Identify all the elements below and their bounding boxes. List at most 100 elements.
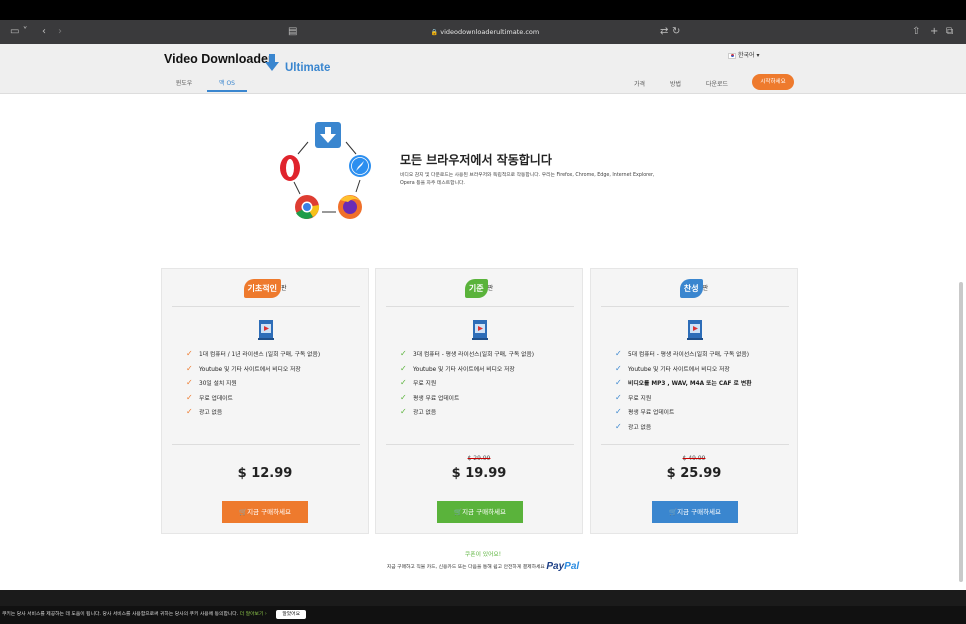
price: $ 19.99	[451, 466, 507, 481]
check-icon: ✓	[615, 421, 622, 431]
language-selector[interactable]: 한국어 ▾	[728, 50, 759, 59]
paypal-pal: Pal	[564, 561, 580, 572]
back-icon[interactable]: ‹	[42, 25, 46, 39]
edition-suffix: 판	[702, 285, 709, 292]
scrollbar[interactable]	[959, 282, 963, 582]
list-item: ✓ 비디오를 MP3 , WAV, M4A 또는 CAF 로 변환	[615, 376, 752, 391]
list-item: ✓ 무료 지원	[400, 376, 534, 391]
list-item: ✓ 5대 컴퓨터 - 평생 라이선스(일회 구매, 구독 없음)	[615, 347, 752, 362]
product-box-icon	[472, 320, 488, 340]
forward-icon[interactable]: ›	[58, 25, 62, 39]
check-icon: ✓	[186, 363, 193, 373]
check-icon: ✓	[400, 378, 407, 387]
feature-text: 무료 업데이트	[199, 395, 233, 402]
old-price: $ 49.99	[682, 455, 706, 462]
nav-how-to[interactable]: 방법	[670, 79, 681, 88]
logo-sub[interactable]: Ultimate	[285, 62, 330, 74]
feature-text: Youtube 및 기타 사이트에서 비디오 저장	[628, 366, 730, 373]
check-icon: ✓	[615, 363, 622, 373]
check-icon: ✓	[186, 378, 193, 387]
edition-badge: 찬성	[679, 279, 703, 298]
chrome-icon	[295, 195, 320, 219]
check-icon: ✓	[615, 392, 622, 402]
old-price: $ 29.99	[467, 455, 491, 462]
buy-now-button[interactable]: 🛒지금 구매하세요	[652, 501, 738, 523]
feature-text: Youtube 및 기타 사이트에서 비디오 저장	[199, 366, 301, 373]
nav-pricing[interactable]: 가격	[634, 79, 645, 88]
edition-badge: 기초적인	[243, 279, 281, 298]
list-item: ✓ 광고 없음	[615, 420, 752, 435]
feature-text: 5대 컴퓨터 - 평생 라이선스(일회 구매, 구독 없음)	[628, 352, 750, 358]
language-label: 한국어 ▾	[738, 52, 760, 59]
feature-text: 광고 없음	[199, 410, 223, 416]
download-icon	[315, 122, 341, 148]
list-item: ✓ 무료 지원	[615, 391, 752, 406]
logo-main[interactable]: Video Downloader	[164, 52, 273, 66]
check-icon: ✓	[186, 349, 193, 358]
reload-icon[interactable]: ↻	[672, 25, 680, 39]
feature-text: 30일 설치 지원	[199, 381, 237, 387]
feature-text: 비디오를 MP3 , WAV, M4A 또는 CAF 로 변환	[628, 381, 752, 387]
feature-text: 3대 컴퓨터 - 평생 라이선스(일회 구매, 구독 없음)	[413, 352, 535, 358]
edition-suffix: 판	[280, 285, 287, 292]
divider	[386, 306, 574, 307]
check-icon: ✓	[400, 363, 407, 373]
feature-text: 평생 무료 업데이트	[628, 410, 675, 416]
tabs-overview-icon[interactable]: ⧉	[946, 25, 953, 39]
translate-icon[interactable]: ⇄	[660, 25, 668, 39]
product-box-icon	[687, 320, 703, 340]
sidebar-icon[interactable]: ▭ ˅	[10, 25, 28, 39]
check-icon: ✓	[400, 407, 407, 416]
list-item: ✓ Youtube 및 기타 사이트에서 비디오 저장	[400, 362, 534, 377]
edition-heading: 찬성 판	[591, 279, 797, 298]
opera-icon	[280, 155, 300, 181]
list-item: ✓ 광고 없음	[400, 405, 534, 420]
nav-download[interactable]: 다운로드	[706, 79, 728, 88]
edition-badge: 기준	[464, 279, 488, 298]
get-started-button[interactable]: 시작하세요	[752, 74, 794, 90]
url-text: videodownloaderultimate.com	[440, 28, 540, 36]
safari-icon	[349, 155, 371, 177]
address-bar[interactable]: 🔒 videodownloaderultimate.com	[420, 25, 550, 39]
list-item: ✓ 무료 업데이트	[186, 391, 320, 406]
check-icon: ✓	[615, 378, 622, 387]
feature-text: 평생 무료 업데이트	[413, 395, 460, 402]
payment-info: 지금 구매하고 직불 카드, 신용카드 또는 다음을 통해 쉽고 안전하게 결제…	[0, 561, 966, 572]
feature-text: 무료 지원	[628, 395, 652, 402]
list-item: ✓ 1대 컴퓨터 / 1년 라이센스 (일회 구매, 구독 없음)	[186, 347, 320, 362]
feature-list: ✓ 1대 컴퓨터 / 1년 라이센스 (일회 구매, 구독 없음) ✓ Youtub…	[186, 347, 320, 420]
footer	[0, 590, 966, 606]
coupon-link[interactable]: 쿠폰이 있어요!	[0, 549, 966, 558]
cookie-ok-button[interactable]: 알았어요	[276, 610, 306, 619]
check-icon: ✓	[186, 392, 193, 402]
download-arrow-icon	[265, 54, 279, 71]
divider	[172, 444, 360, 445]
learn-more-link[interactable]: 더 알아보기 ›	[240, 612, 267, 617]
price: $ 12.99	[237, 466, 293, 481]
divider	[601, 444, 789, 445]
firefox-icon	[338, 195, 362, 219]
list-item: ✓ 광고 없음	[186, 405, 320, 420]
feature-text: 광고 없음	[413, 410, 437, 416]
tab-mac-os[interactable]: 맥 OS	[207, 78, 247, 92]
check-icon: ✓	[400, 349, 407, 358]
list-item: ✓ Youtube 및 기타 사이트에서 비디오 저장	[186, 362, 320, 377]
cookie-banner: 쿠키는 당사 서비스를 제공하는 데 도움이 됩니다. 당사 서비스를 사용함으…	[0, 606, 966, 624]
feature-text: 광고 없음	[628, 424, 652, 431]
buy-now-button[interactable]: 🛒지금 구매하세요	[222, 501, 308, 523]
browsers-illustration	[280, 122, 371, 219]
cookie-text: 쿠키는 당사 서비스를 제공하는 데 도움이 됩니다. 당사 서비스를 사용함으…	[2, 612, 239, 617]
buy-now-button[interactable]: 🛒지금 구매하세요	[437, 501, 523, 523]
new-tab-icon[interactable]: +	[930, 25, 938, 39]
paypal-logo: PayPal	[546, 561, 579, 572]
list-item: ✓ Youtube 및 기타 사이트에서 비디오 저장	[615, 362, 752, 377]
browser-toolbar: ▭ ˅ ‹ › ▤ 🔒 videodownloaderultimate.com ⇄…	[0, 20, 966, 44]
list-item: ✓ 평생 무료 업데이트	[615, 405, 752, 420]
payment-text: 지금 구매하고 직불 카드, 신용카드 또는 다음을 통해 쉽고 안전하게 결제…	[386, 565, 545, 570]
share-icon[interactable]: ⇧	[912, 25, 920, 39]
divider	[172, 306, 360, 307]
divider	[386, 444, 574, 445]
list-item: ✓ 30일 설치 지원	[186, 376, 320, 391]
check-icon: ✓	[186, 407, 193, 416]
tab-windows[interactable]: 윈도우	[170, 78, 198, 90]
